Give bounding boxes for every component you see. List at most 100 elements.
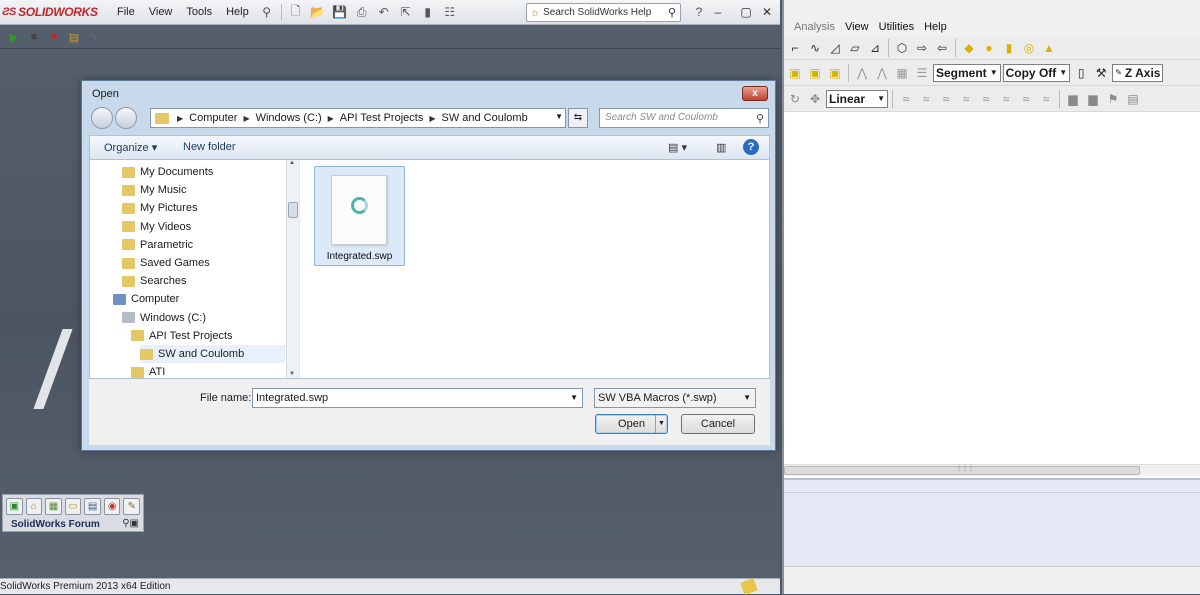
parallelogram-icon[interactable]: ▱ [846, 39, 864, 57]
organize-button[interactable]: Organize ▾ [104, 141, 157, 154]
menu-help[interactable]: Help [219, 6, 256, 18]
options-icon[interactable]: ☷ [442, 4, 458, 20]
tree-scrollbar-thumb[interactable] [288, 202, 298, 218]
scroll-up-icon[interactable]: ▲ [289, 160, 295, 166]
array-icon[interactable]: ⋀ [873, 64, 891, 82]
preview-pane-icon[interactable]: ▥ [716, 141, 726, 154]
tree-item[interactable]: Saved Games [122, 254, 285, 272]
stop-macro-icon[interactable]: ■ [26, 29, 42, 45]
record-macro-icon[interactable]: ⏺ [46, 29, 62, 45]
tree-item[interactable]: Searches [122, 272, 285, 290]
folder-search-input[interactable]: Search SW and Coulomb ⚲ [599, 108, 769, 128]
help-question-icon[interactable]: ? [691, 4, 707, 20]
tree-item[interactable]: SW and Coulomb [140, 345, 285, 363]
flag-icon[interactable]: ⚑ [1104, 90, 1122, 108]
box-icon[interactable]: ◆ [960, 39, 978, 57]
curve-d-icon[interactable]: ≈ [957, 90, 975, 108]
open-folder-icon[interactable]: 📂 [310, 4, 326, 20]
appearances-icon[interactable]: ◉ [103, 498, 121, 515]
resources-icon[interactable]: ▣ [6, 498, 23, 515]
tree-item[interactable]: ATI [131, 363, 285, 378]
revolve-icon[interactable]: ▣ [806, 64, 824, 82]
spline-icon[interactable]: ∿ [806, 39, 824, 57]
menu-help-right[interactable]: Help [924, 21, 947, 33]
grid-icon[interactable]: ▦ [893, 64, 911, 82]
search-icon[interactable]: ⚲ [756, 110, 764, 128]
breadcrumb-windows-c[interactable]: Windows (C:) [254, 112, 324, 124]
task-pane-pin-icon[interactable]: ⚲▣ [122, 518, 139, 529]
scroll-down-icon[interactable]: ▼ [289, 371, 295, 377]
select-icon[interactable]: ⇱ [398, 4, 414, 20]
axis-select[interactable]: ✎ Z Axis [1112, 63, 1164, 82]
polyline-icon[interactable]: ⌐ [786, 39, 804, 57]
help-icon[interactable]: ? [743, 139, 759, 155]
chevron-right-icon[interactable]: ▶ [239, 114, 253, 123]
arrow-right-icon[interactable]: ⇨ [913, 39, 931, 57]
save-icon[interactable]: 💾 [332, 4, 348, 20]
curve-g-icon[interactable]: ≈ [1017, 90, 1035, 108]
chevron-right-icon[interactable]: ▶ [425, 114, 439, 123]
tree-item[interactable]: Computer [113, 290, 285, 308]
menu-file[interactable]: File [110, 6, 142, 18]
sweep-icon[interactable]: ▣ [826, 64, 844, 82]
pin-icon[interactable]: ⚲ [259, 4, 275, 20]
tag-icon[interactable] [740, 577, 758, 595]
horizontal-scrollbar[interactable]: ⋮⋮⋮ [784, 464, 1200, 476]
chevron-right-icon[interactable]: ▶ [173, 114, 187, 123]
forward-button[interactable] [115, 107, 137, 129]
settings-icon[interactable]: ▤ [1124, 90, 1142, 108]
drawing-canvas[interactable] [784, 114, 1200, 464]
breadcrumb-computer[interactable]: Computer [187, 112, 239, 124]
menu-utilities[interactable]: Utilities [879, 21, 914, 33]
file-type-dropdown-icon[interactable]: ▼ [743, 389, 751, 407]
change-view-icon[interactable]: ▤ ▾ [668, 141, 687, 154]
crop-icon[interactable]: ⊿ [866, 39, 884, 57]
curve-f-icon[interactable]: ≈ [997, 90, 1015, 108]
minimize-icon[interactable]: – [706, 2, 730, 22]
file-name-input[interactable]: Integrated.swp ▼ [252, 388, 583, 408]
breadcrumb-api-test-projects[interactable]: API Test Projects [338, 112, 426, 124]
torus-icon[interactable]: ◎ [1020, 39, 1038, 57]
menu-view-right[interactable]: View [845, 21, 869, 33]
rebuild-icon[interactable]: ▮ [420, 4, 436, 20]
open-options-dropdown-icon[interactable]: ▼ [655, 415, 667, 433]
file-item[interactable]: Integrated.swp [314, 166, 405, 266]
sphere-icon[interactable]: ● [980, 39, 998, 57]
file-type-select[interactable]: SW VBA Macros (*.swp) ▼ [594, 388, 756, 408]
curve-h-icon[interactable]: ≈ [1037, 90, 1055, 108]
menu-view[interactable]: View [142, 6, 180, 18]
dialog-close-button[interactable]: x [742, 86, 768, 101]
file-name-dropdown-icon[interactable]: ▼ [570, 389, 578, 407]
chevron-right-icon[interactable]: ▶ [324, 114, 338, 123]
extrude-icon[interactable]: ▣ [786, 64, 804, 82]
triangle-icon[interactable]: ◿ [826, 39, 844, 57]
design-library-icon[interactable]: ▦ [45, 498, 62, 515]
copy-select[interactable]: Copy Off ▼ [1002, 63, 1071, 82]
print-icon[interactable]: ⎙ [354, 4, 370, 20]
home-icon[interactable]: ⌂ [25, 498, 43, 515]
interpolation-select[interactable]: Linear ▼ [826, 89, 888, 108]
run-macro-icon[interactable]: ▶ [6, 29, 22, 45]
list-icon[interactable]: ☰ [913, 64, 931, 82]
book-icon[interactable]: ▯ [1072, 64, 1090, 82]
curve-a-icon[interactable]: ≈ [897, 90, 915, 108]
curve-b-icon[interactable]: ≈ [917, 90, 935, 108]
view-palette-icon[interactable]: ▤ [84, 498, 101, 515]
mirror-icon[interactable]: ⋀ [853, 64, 871, 82]
tree-item[interactable]: My Pictures [122, 199, 285, 217]
refresh-button[interactable]: ⇆ [568, 108, 588, 128]
rotate-icon[interactable]: ↻ [786, 90, 804, 108]
address-dropdown-icon[interactable]: ▼ [555, 112, 563, 121]
breadcrumb-sw-and-coulomb[interactable]: SW and Coulomb [440, 112, 530, 124]
curve-c-icon[interactable]: ≈ [937, 90, 955, 108]
cylinder-icon[interactable]: ▮ [1000, 39, 1018, 57]
polygon-icon[interactable]: ⬡ [893, 39, 911, 57]
new-macro-icon[interactable]: ▤ [66, 29, 82, 45]
tree-item[interactable]: My Documents [122, 163, 285, 181]
menu-tools[interactable]: Tools [179, 6, 219, 18]
pan-icon[interactable]: ✥ [806, 90, 824, 108]
help-search-input[interactable]: ☼ Search SolidWorks Help ⚲ [526, 3, 681, 22]
tree-item[interactable]: Parametric [122, 236, 285, 254]
segment-select[interactable]: Segment ▼ [933, 63, 1001, 82]
print-preview-icon[interactable]: ▆ [1064, 90, 1082, 108]
